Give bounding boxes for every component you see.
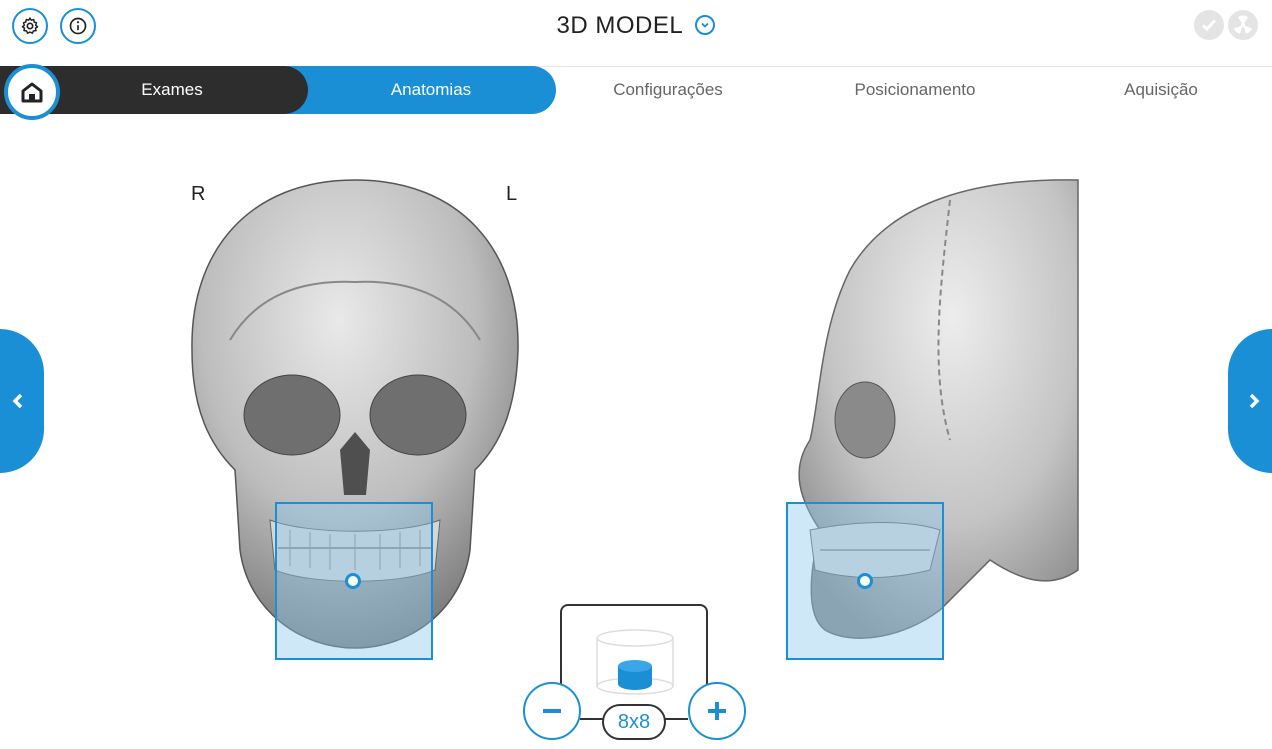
fov-decrease-button[interactable]: [523, 682, 581, 740]
chevron-right-icon: [1249, 393, 1260, 409]
fov-connector-left: [580, 718, 604, 720]
page-title-group: 3D MODEL: [0, 12, 1272, 40]
radiation-icon: [1228, 10, 1258, 40]
region-center-handle-frontal[interactable]: [345, 573, 361, 589]
tab-posicionamento[interactable]: Posicionamento: [780, 66, 1050, 114]
tab-aquisicao[interactable]: Aquisição: [1050, 66, 1272, 114]
chevron-left-icon: [12, 393, 23, 409]
tab-configuracoes[interactable]: Configurações: [556, 66, 780, 114]
tab-aquisicao-label: Aquisição: [1124, 80, 1198, 99]
next-view-button[interactable]: [1228, 329, 1272, 473]
region-center-handle-lateral[interactable]: [857, 573, 873, 589]
fov-connector-right: [664, 718, 688, 720]
tab-exames-label: Exames: [141, 80, 203, 99]
workflow-nav: Exames Anatomias Configurações Posiciona…: [0, 66, 1272, 114]
minus-icon: [543, 709, 561, 713]
volume-cylinder-icon: [596, 629, 674, 695]
fov-panel: [560, 604, 708, 716]
tab-posicionamento-label: Posicionamento: [854, 80, 976, 99]
tab-anatomias-label: Anatomias: [390, 80, 472, 99]
tab-anatomias[interactable]: Anatomias: [284, 66, 556, 114]
model-dropdown-button[interactable]: [695, 14, 716, 35]
tab-configuracoes-label: Configurações: [613, 80, 723, 99]
home-icon: [21, 82, 43, 103]
fov-increase-button[interactable]: [688, 682, 746, 740]
check-circle-icon: [1194, 10, 1224, 40]
page-title: 3D MODEL: [556, 12, 683, 39]
previous-view-button[interactable]: [0, 329, 44, 473]
home-button[interactable]: [4, 64, 60, 120]
fov-size-value: 8x8: [602, 704, 666, 740]
chevron-down-icon: [701, 22, 710, 28]
status-indicators: [1194, 10, 1258, 40]
plus-icon: [708, 702, 726, 720]
